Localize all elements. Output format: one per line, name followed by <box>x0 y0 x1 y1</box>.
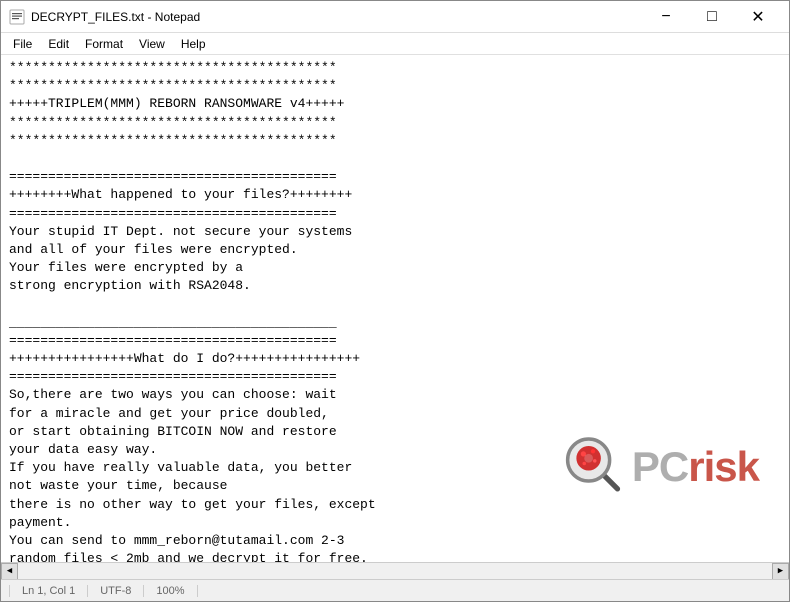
minimize-button[interactable]: − <box>643 1 689 33</box>
notepad-window: DECRYPT_FILES.txt - Notepad − □ ✕ File E… <box>0 0 790 602</box>
menu-format[interactable]: Format <box>77 35 131 53</box>
cursor-position: Ln 1, Col 1 <box>9 585 88 597</box>
app-icon <box>9 9 25 25</box>
menu-help[interactable]: Help <box>173 35 214 53</box>
menu-view[interactable]: View <box>131 35 173 53</box>
window-controls: − □ ✕ <box>643 1 781 33</box>
menu-file[interactable]: File <box>5 35 40 53</box>
status-bar: Ln 1, Col 1 UTF-8 100% <box>1 579 789 601</box>
text-editor[interactable]: ****************************************… <box>1 55 789 562</box>
maximize-button[interactable]: □ <box>689 1 735 33</box>
content-area: ****************************************… <box>1 55 789 562</box>
close-button[interactable]: ✕ <box>735 1 781 33</box>
scroll-left-button[interactable]: ◀ <box>1 563 18 580</box>
scroll-right-button[interactable]: ▶ <box>772 563 789 580</box>
menu-edit[interactable]: Edit <box>40 35 77 53</box>
title-bar: DECRYPT_FILES.txt - Notepad − □ ✕ <box>1 1 789 33</box>
zoom-level: 100% <box>144 585 197 597</box>
horizontal-scrollbar[interactable]: ◀ ▶ <box>1 562 789 579</box>
menu-bar: File Edit Format View Help <box>1 33 789 55</box>
encoding: UTF-8 <box>88 585 144 597</box>
window-title: DECRYPT_FILES.txt - Notepad <box>31 10 643 24</box>
